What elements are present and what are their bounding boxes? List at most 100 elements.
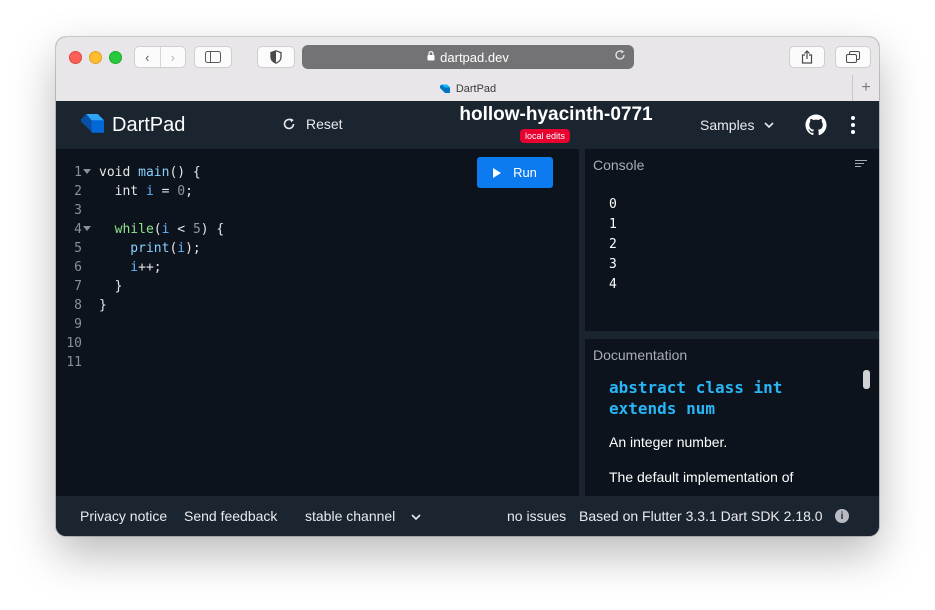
console-line: 2: [609, 237, 617, 252]
code-text: }: [99, 277, 123, 296]
console-title: Console: [593, 157, 645, 173]
dart-logo-icon: [81, 114, 104, 133]
code-token: ) {: [200, 222, 225, 237]
play-icon: [493, 167, 502, 178]
clear-console-icon[interactable]: [855, 160, 867, 169]
code-token: () {: [169, 165, 201, 180]
code-text: void main() {: [99, 163, 201, 182]
console-line: 4: [609, 277, 617, 292]
code-editor[interactable]: 1 void main() {2 int i = 0; 3 4 while(i < 5…: [56, 149, 579, 496]
version-info: Based on Flutter 3.3.1 Dart SDK 2.18.0: [579, 508, 823, 524]
reload-icon[interactable]: [614, 49, 626, 64]
code-line[interactable]: 9: [56, 315, 576, 334]
code-token: 0: [177, 184, 186, 199]
code-token: void: [99, 165, 139, 180]
browser-toolbar: ‹ › dartpad.dev DartPad +: [56, 37, 879, 102]
doc-heading: abstract class int extends num: [609, 377, 839, 419]
url-text: dartpad.dev: [440, 49, 509, 65]
fold-arrow-icon[interactable]: [83, 169, 91, 174]
chevron-down-icon: [411, 514, 421, 521]
line-number: 7: [74, 279, 82, 294]
panel-splitter[interactable]: [585, 331, 879, 339]
code-line[interactable]: 11: [56, 353, 576, 372]
code-token: );: [185, 241, 201, 256]
chevron-down-icon: [764, 122, 775, 128]
reset-button[interactable]: Reset: [282, 116, 343, 132]
more-menu-icon[interactable]: [851, 116, 857, 137]
code-text: int i = 0;: [99, 182, 193, 201]
zoom-window-button[interactable]: [109, 51, 122, 64]
console-line: 3: [609, 257, 617, 272]
tabs-icon: [846, 51, 860, 63]
dart-favicon-icon: [439, 84, 450, 93]
line-number: 11: [66, 355, 82, 370]
github-icon[interactable]: [805, 114, 827, 136]
doc-heading-line2: extends num: [609, 399, 715, 418]
code-line[interactable]: 5 print(i);: [56, 239, 576, 258]
channel-label: stable channel: [305, 508, 396, 524]
privacy-notice-link[interactable]: Privacy notice: [80, 508, 167, 524]
code-line[interactable]: 7 }: [56, 277, 576, 296]
local-edits-badge: local edits: [520, 129, 571, 143]
code-line[interactable]: 10: [56, 334, 576, 353]
fold-arrow-icon[interactable]: [83, 226, 91, 231]
sidebar-toggle-button[interactable]: [194, 46, 232, 68]
doc-paragraph: An integer number.: [609, 434, 728, 450]
issues-status[interactable]: no issues: [507, 508, 566, 524]
samples-label: Samples: [700, 117, 755, 133]
privacy-report-button[interactable]: [257, 46, 295, 68]
line-number: 4: [74, 222, 82, 237]
console-panel: Console 0 1 2 3 4: [585, 149, 879, 331]
new-tab-button[interactable]: +: [852, 75, 879, 101]
line-number: 6: [74, 260, 82, 275]
refresh-icon: [283, 118, 295, 130]
code-token: ;: [185, 184, 193, 199]
sidebar-icon: [205, 51, 221, 63]
tab-dartpad[interactable]: DartPad: [56, 77, 879, 101]
code-line[interactable]: 3: [56, 201, 576, 220]
code-token: print: [99, 241, 170, 256]
code-token: }: [99, 298, 107, 313]
code-text: i++;: [99, 258, 162, 277]
code-text: while(i < 5) {: [99, 220, 225, 239]
channel-dropdown[interactable]: stable channel: [305, 508, 421, 524]
forward-button[interactable]: ›: [159, 47, 186, 67]
documentation-title: Documentation: [593, 347, 688, 363]
history-nav: ‹ ›: [134, 46, 186, 68]
line-number: 10: [66, 336, 82, 351]
status-bar: Privacy notice Send feedback stable chan…: [56, 496, 879, 536]
info-icon[interactable]: i: [835, 509, 849, 523]
code-line[interactable]: 8}: [56, 296, 576, 315]
doc-heading-line1: abstract class int: [609, 378, 783, 397]
close-window-button[interactable]: [69, 51, 82, 64]
console-line: 0: [609, 197, 617, 212]
dartpad-logo[interactable]: DartPad: [80, 113, 185, 138]
lock-icon: [427, 50, 435, 64]
line-number: 1: [74, 165, 82, 180]
minimize-window-button[interactable]: [89, 51, 102, 64]
code-token: ++;: [138, 260, 162, 275]
code-token: <: [169, 222, 193, 237]
code-token: }: [99, 279, 123, 294]
send-feedback-link[interactable]: Send feedback: [184, 508, 277, 524]
pad-title: hollow-hyacinth-0771: [459, 104, 653, 125]
share-button[interactable]: [789, 46, 825, 68]
code-token: i: [99, 260, 139, 275]
code-token: main: [138, 165, 170, 180]
code-line[interactable]: 4 while(i < 5) {: [56, 220, 576, 239]
code-token: while: [99, 222, 154, 237]
documentation-panel: Documentation abstract class int extends…: [585, 339, 879, 496]
app-header: DartPad Reset hollow-hyacinth-0771 local…: [56, 101, 879, 149]
tab-overview-button[interactable]: [835, 46, 871, 68]
address-bar[interactable]: dartpad.dev: [302, 45, 634, 69]
console-line: 1: [609, 217, 617, 232]
code-line[interactable]: 6 i++;: [56, 258, 576, 277]
app-name: DartPad: [112, 114, 186, 136]
doc-scrollbar-thumb[interactable]: [863, 370, 870, 389]
line-number: 8: [74, 298, 82, 313]
samples-dropdown[interactable]: Samples: [700, 117, 775, 133]
run-button[interactable]: Run: [477, 157, 553, 188]
back-button[interactable]: ‹: [135, 47, 160, 67]
browser-window: ‹ › dartpad.dev DartPad + DartPad Reset …: [56, 37, 879, 536]
code-token: (: [153, 222, 162, 237]
